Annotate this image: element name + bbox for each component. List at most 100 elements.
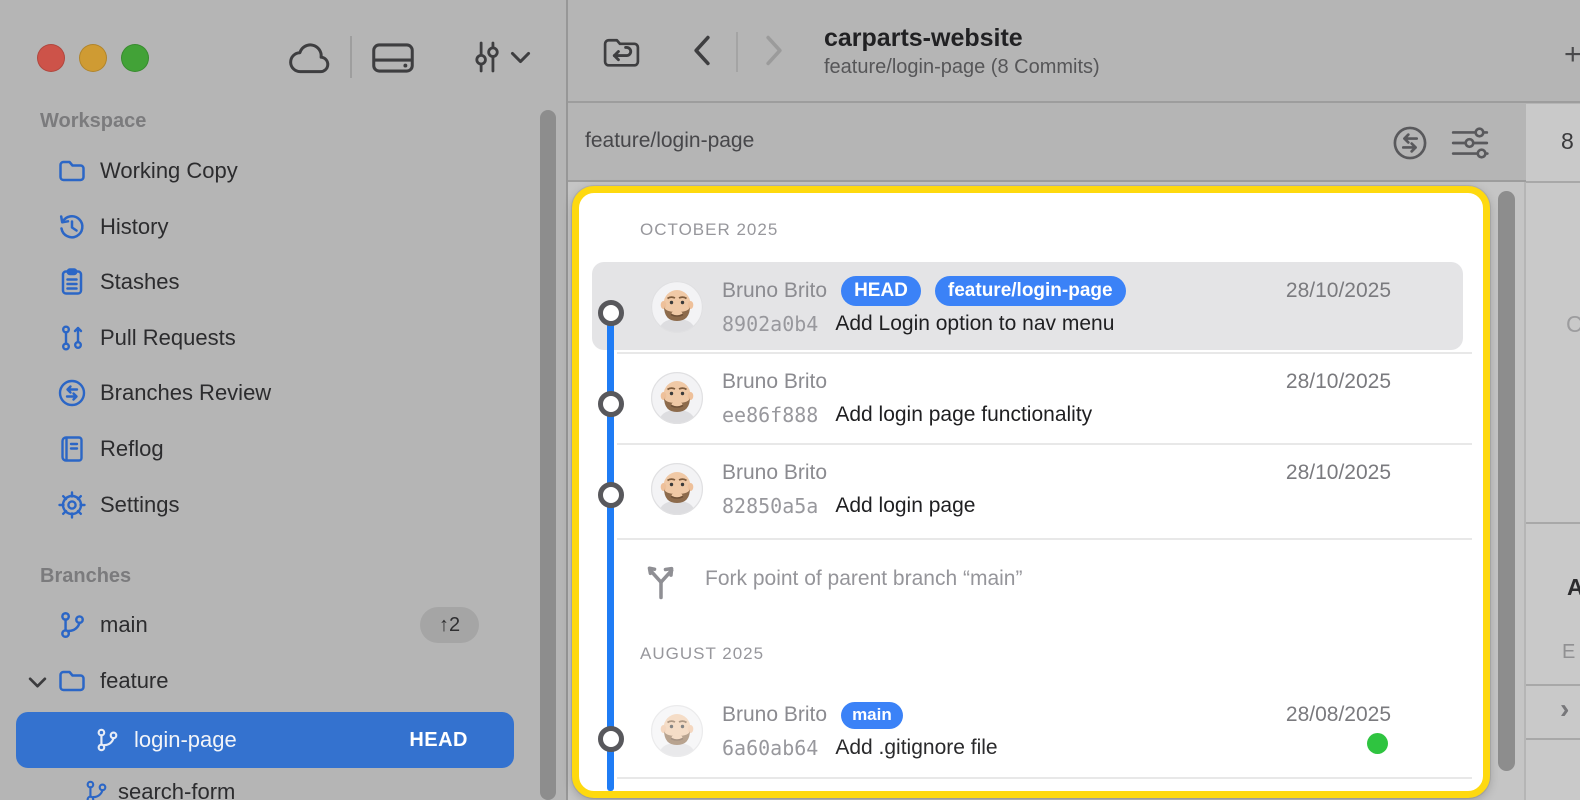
branch-settings-icon[interactable] — [465, 35, 508, 79]
sidebar-item-pull-requests[interactable]: Pull Requests — [0, 321, 540, 355]
commit-meta-row[interactable]: Bruno Brito HEAD feature/login-page — [722, 276, 1126, 306]
commit-message: Add Login option to nav menu — [835, 312, 1114, 336]
head-indicator: HEAD — [409, 729, 468, 752]
forward-button[interactable] — [762, 34, 786, 67]
commit-message: Add login page — [835, 494, 975, 518]
commit-subject-row[interactable]: 82850a5a Add login page — [722, 492, 975, 520]
panel-partial-text: A — [1567, 574, 1580, 601]
commit-subject-row[interactable]: 8902a0b4 Add Login option to nav menu — [722, 310, 1114, 338]
pull-request-icon — [57, 323, 87, 353]
sidebar-scrollbar[interactable] — [540, 110, 556, 800]
sidebar-item-reflog[interactable]: Reflog — [0, 432, 540, 466]
app-window: Workspace Working Copy History — [0, 0, 1580, 800]
compare-icon[interactable] — [1391, 124, 1429, 162]
git-branch-icon — [83, 779, 109, 800]
commit-node — [598, 391, 624, 417]
sidebar-branch-folder-feature[interactable]: feature — [0, 664, 540, 698]
compare-circle-icon — [57, 378, 87, 408]
repository-icon[interactable] — [601, 33, 642, 69]
sidebar-branch-main[interactable]: main ↑2 — [0, 608, 540, 642]
status-green-dot — [1367, 733, 1388, 754]
sidebar-item-label: Settings — [100, 492, 180, 518]
sidebar: Workspace Working Copy History — [0, 0, 566, 800]
git-branch-icon — [94, 727, 120, 753]
folder-name: feature — [100, 668, 169, 694]
commit-author: Bruno Brito — [722, 703, 827, 727]
current-branch-label: feature/login-page — [585, 129, 754, 153]
sidebar-item-settings[interactable]: Settings — [0, 488, 540, 522]
sidebar-branch-login-page-selected[interactable]: login-page HEAD — [16, 712, 514, 768]
filter-settings-icon[interactable] — [1450, 126, 1490, 160]
branch-name: main — [100, 612, 148, 638]
commit-meta-row[interactable]: Bruno Brito — [722, 458, 827, 488]
folder-icon — [57, 666, 87, 696]
sidebar-item-label: Reflog — [100, 436, 164, 462]
fork-point-note: Fork point of parent branch “main” — [705, 567, 1022, 591]
branches-section-label: Branches — [40, 565, 131, 588]
git-branch-icon — [57, 610, 87, 640]
minimize-window-button[interactable] — [79, 44, 107, 72]
commit-subject-row[interactable]: 6a60ab64 Add .gitignore file — [722, 734, 998, 762]
chevron-down-icon[interactable] — [27, 675, 48, 690]
header-divider — [568, 101, 1580, 103]
avatar — [651, 281, 703, 333]
fork-point-icon — [643, 561, 679, 601]
folder-icon — [57, 156, 87, 186]
commit-date: 28/08/2025 — [1286, 703, 1391, 727]
row-separator — [617, 443, 1472, 445]
commit-author: Bruno Brito — [722, 461, 827, 485]
commit-node — [598, 726, 624, 752]
sidebar-item-label: Pull Requests — [100, 325, 236, 351]
local-drive-icon[interactable] — [371, 40, 415, 76]
panel-divider — [1526, 684, 1580, 686]
close-window-button[interactable] — [37, 44, 65, 72]
chevron-down-icon[interactable] — [509, 49, 532, 66]
commit-details-panel-partial: 8 C A E › — [1526, 104, 1580, 800]
panel-partial-text: E — [1562, 641, 1575, 664]
main-header: + — [568, 0, 1580, 102]
sidebar-branch-search-form[interactable]: search-form — [0, 775, 540, 800]
commit-hash: 8902a0b4 — [722, 312, 818, 336]
sidebar-item-branches-review[interactable]: Branches Review — [0, 376, 540, 410]
branch-badge: feature/login-page — [935, 276, 1126, 306]
panel-partial-text: C — [1566, 311, 1580, 338]
branch-name: search-form — [118, 779, 235, 800]
workspace-section-label: Workspace — [40, 110, 146, 133]
panel-divider — [1526, 738, 1580, 740]
commit-list-scrollbar[interactable] — [1498, 191, 1515, 771]
commit-message: Add .gitignore file — [835, 736, 997, 760]
commit-meta-row[interactable]: Bruno Brito — [722, 367, 827, 397]
sidebar-item-label: Stashes — [100, 269, 180, 295]
branch-name: login-page — [134, 727, 237, 753]
sidebar-item-label: Working Copy — [100, 158, 238, 184]
sidebar-item-history[interactable]: History — [0, 210, 540, 244]
commit-section-header: AUGUST 2025 — [640, 644, 764, 664]
commit-meta-row[interactable]: Bruno Brito main — [722, 700, 903, 730]
back-button[interactable] — [690, 34, 714, 67]
toolbar-divider — [350, 36, 352, 78]
branch-badge: main — [841, 702, 903, 729]
repository-title: carparts-website — [824, 24, 1023, 53]
commit-hash: 82850a5a — [722, 494, 818, 518]
add-button[interactable]: + — [1564, 38, 1580, 72]
commit-date: 28/10/2025 — [1286, 279, 1391, 303]
row-separator — [617, 538, 1472, 540]
avatar — [651, 705, 703, 757]
zoom-window-button[interactable] — [121, 44, 149, 72]
sidebar-item-stashes[interactable]: Stashes — [0, 265, 540, 299]
gear-icon — [57, 490, 87, 520]
commit-author: Bruno Brito — [722, 370, 827, 394]
panel-disclosure-chevron[interactable]: › — [1560, 693, 1569, 725]
head-badge: HEAD — [841, 276, 921, 306]
commit-section-header: OCTOBER 2025 — [640, 220, 778, 240]
sidebar-item-working-copy[interactable]: Working Copy — [0, 154, 540, 188]
commit-author: Bruno Brito — [722, 279, 827, 303]
cloud-icon[interactable] — [287, 41, 334, 75]
commit-hash: ee86f888 — [722, 403, 818, 427]
row-separator — [617, 352, 1472, 354]
commit-node — [598, 300, 624, 326]
panel-divider — [1526, 181, 1580, 183]
commit-subject-row[interactable]: ee86f888 Add login page functionality — [722, 401, 1092, 429]
ahead-count-badge: ↑2 — [420, 607, 479, 643]
commit-message: Add login page functionality — [835, 403, 1092, 427]
